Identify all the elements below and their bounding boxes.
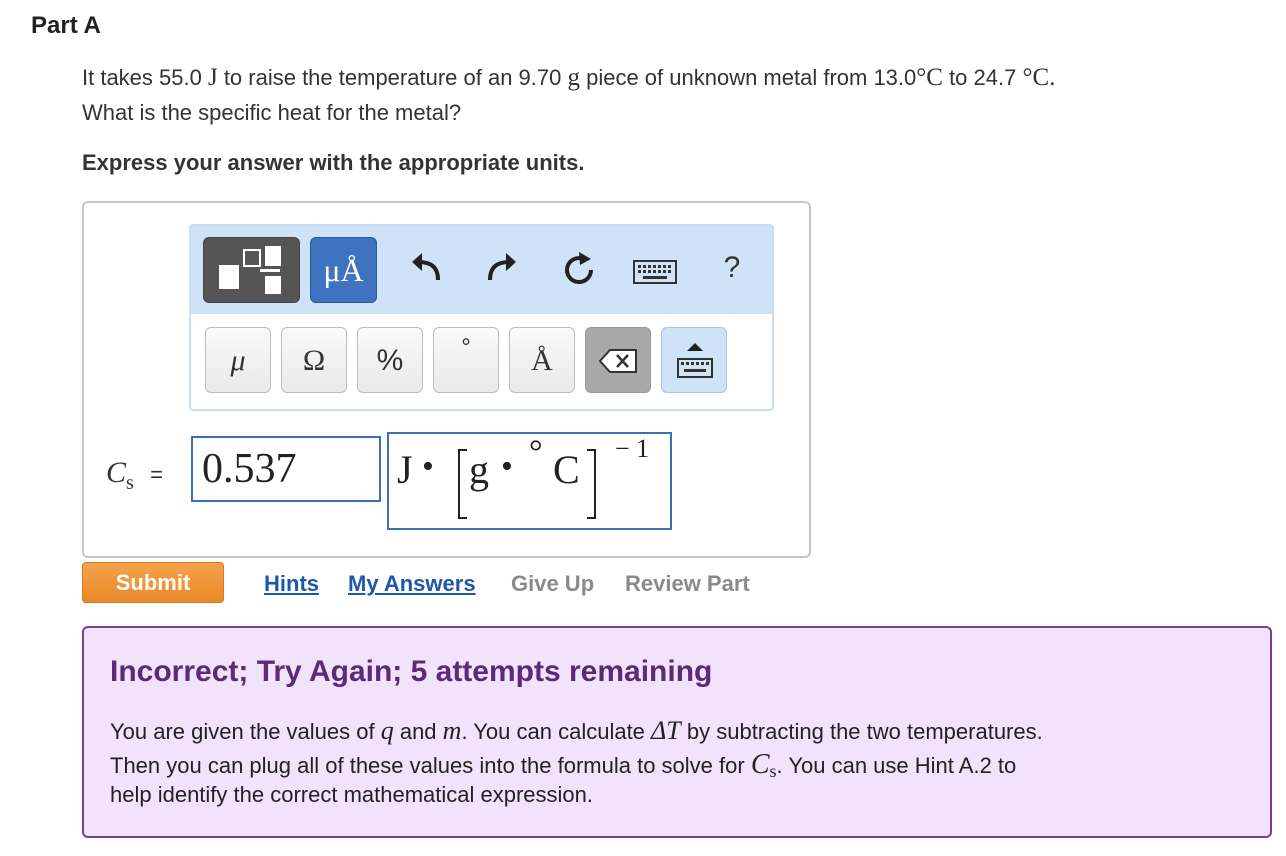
part-title: Part A [31, 12, 101, 39]
unit-celsius: °C [1022, 64, 1050, 91]
give-up-link: Give Up [511, 571, 595, 596]
key-angstrom[interactable]: Å [509, 327, 575, 393]
key-ohm[interactable]: Ω [281, 327, 347, 393]
right-paren [587, 449, 596, 519]
symbol-subscript-s: s [769, 761, 777, 781]
feedback-title: Incorrect; Try Again; 5 attempts remaini… [110, 655, 713, 688]
redo-icon[interactable] [484, 248, 520, 296]
answer-units-input[interactable]: J • g • ° C − 1 [387, 432, 672, 530]
equals-sign: = [150, 462, 164, 487]
feedback-text: . You can use Hint A.2 to [776, 753, 1017, 778]
templates-button[interactable] [203, 237, 300, 303]
question-text-part: piece of unknown metal from 13.0 [579, 65, 917, 90]
feedback-line3: help identify the correct mathematical e… [110, 782, 594, 807]
key-degree[interactable]: ° [433, 327, 499, 393]
my-answers-link[interactable]: My Answers [348, 571, 476, 597]
unit-celsius: °C [916, 64, 943, 91]
feedback-line2: Then you can plug all of these values in… [110, 749, 1016, 781]
unit-degree: ° [529, 434, 543, 471]
question-text-part: It takes 55.0 [82, 65, 208, 90]
question-text: It takes 55.0 J to raise the temperature… [82, 64, 1055, 92]
review-part-link: Review Part [625, 571, 750, 596]
question-line2: What is the specific heat for the metal? [82, 100, 462, 125]
unit-exponent: − 1 [615, 434, 650, 463]
symbol-delta-T: ΔT [651, 716, 681, 745]
reset-icon[interactable] [559, 250, 599, 298]
feedback-text: . You can calculate [461, 719, 652, 744]
feedback-line1: You are given the values of q and m. You… [110, 716, 1043, 746]
keyboard-icon[interactable] [633, 260, 677, 294]
unit-g: g [469, 447, 489, 492]
answer-value-input[interactable]: 0.537 [191, 436, 381, 502]
feedback-text: You are given the values of [110, 719, 381, 744]
templates-icon [219, 246, 281, 294]
undo-icon[interactable] [408, 248, 444, 297]
unit-gram: g [567, 64, 580, 91]
variable-C: C [106, 456, 127, 489]
unit-joule: J [207, 64, 218, 91]
unit-J: J [397, 447, 413, 492]
feedback-text: and [393, 719, 443, 744]
feedback-text: by subtracting the two temperatures. [680, 719, 1043, 744]
question-text-part: to raise the temperature of an 9.70 [217, 65, 568, 90]
backspace-key[interactable] [585, 327, 651, 393]
variable-subscript: s [126, 472, 134, 494]
question-text-part: to 24.7 [942, 65, 1023, 90]
hints-link[interactable]: Hints [264, 571, 319, 597]
symbol-C: C [750, 749, 770, 780]
period: . [1049, 64, 1056, 91]
unit-dot: • [501, 448, 513, 485]
units-button[interactable]: μÅ [310, 237, 377, 303]
help-button[interactable]: ? [716, 251, 748, 285]
key-micro[interactable]: μ [205, 327, 271, 393]
submit-button[interactable]: Submit [82, 562, 224, 603]
unit-C: C [553, 447, 580, 492]
symbol-m: m [442, 716, 462, 745]
backspace-icon [598, 349, 637, 373]
unit-dot: • [422, 448, 434, 485]
keyboard-toggle-key[interactable] [661, 327, 727, 393]
keyboard-up-icon [677, 343, 713, 378]
instruction-text: Express your answer with the appropriate… [82, 150, 585, 175]
feedback-text: Then you can plug all of these values in… [110, 753, 751, 778]
key-percent[interactable]: % [357, 327, 423, 393]
answer-variable-label: Cs = [106, 456, 164, 494]
symbol-q: q [380, 716, 394, 745]
